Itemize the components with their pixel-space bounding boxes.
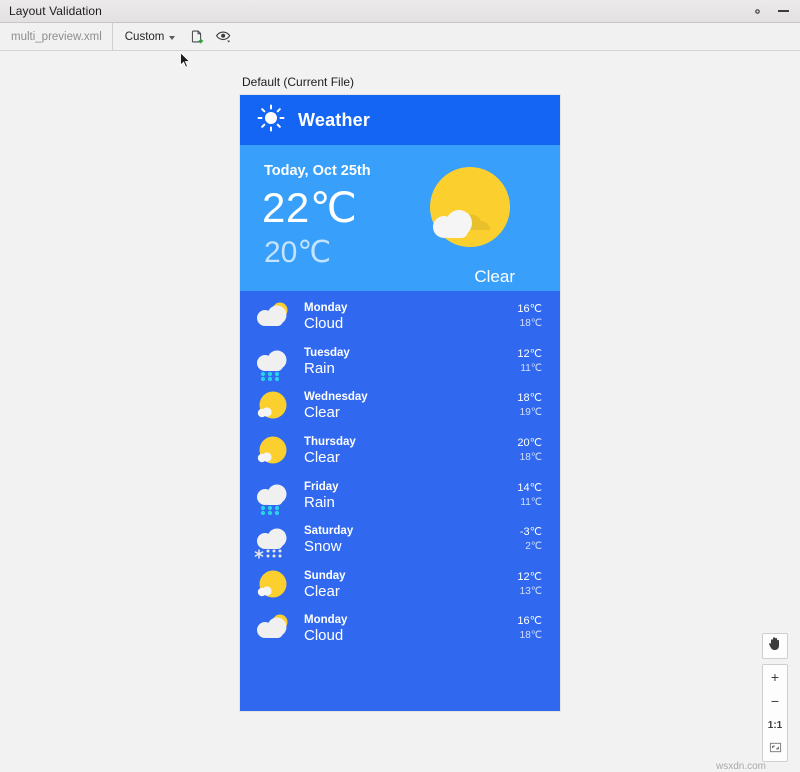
fit-screen-button[interactable] [762,737,788,761]
forecast-row-text: Sunday Clear [304,569,517,601]
cloud-sun-icon [252,298,292,336]
hero-date: Today, Oct 25th [264,163,371,179]
chevron-down-icon [169,36,175,40]
preview-canvas: Default (Current File) [0,52,800,726]
cloud-snow-icon [252,521,292,559]
weather-header-title: Weather [298,110,370,131]
mode-dropdown-label: Custom [125,31,165,43]
preview-toolbar: multi_preview.xml Custom [0,23,800,51]
forecast-condition: Cloud [304,627,517,645]
forecast-high: 18℃ [517,391,542,405]
forecast-condition: Clear [304,404,517,422]
forecast-row[interactable]: Friday Rain 14℃ 11℃ [240,473,560,518]
minimize-icon[interactable] [776,4,790,18]
actual-size-button[interactable]: 1:1 [762,713,788,737]
zoom-out-button[interactable]: − [762,689,788,713]
preview-variant-label: Default (Current File) [242,75,354,89]
watermark: wsxdn.com [716,761,766,772]
forecast-low: 2℃ [525,539,542,555]
forecast-row-temps: -3℃ 2℃ [520,525,542,555]
forecast-row[interactable]: Monday Cloud 16℃ 18℃ [240,607,560,652]
forecast-high: 14℃ [517,481,542,495]
forecast-high: 16℃ [517,614,542,628]
gear-icon[interactable] [750,4,764,18]
forecast-condition: Clear [304,583,517,601]
forecast-row[interactable]: Tuesday Rain 12℃ 11℃ [240,340,560,385]
forecast-high: 12℃ [517,347,542,361]
forecast-row-temps: 14℃ 11℃ [517,481,542,511]
forecast-day: Friday [304,480,517,494]
forecast-row-temps: 16℃ 18℃ [517,614,542,644]
sun-icon [257,104,285,137]
forecast-condition: Snow [304,538,520,556]
forecast-row[interactable]: Monday Cloud 16℃ 18℃ [240,295,560,340]
forecast-row-text: Monday Cloud [304,613,517,645]
eye-icon[interactable] [211,25,235,49]
cloud-rain-icon [252,477,292,515]
weather-widget-preview: Weather Today, Oct 25th 22℃ 20℃ Clear [240,95,560,711]
cloud-sun-icon [252,610,292,648]
forecast-low: 19℃ [520,405,542,421]
forecast-low: 11℃ [520,361,542,377]
forecast-low: 13℃ [520,584,542,600]
hand-icon [768,636,782,656]
pan-tool-button[interactable] [762,633,788,659]
hero-condition: Clear [474,267,515,287]
hero-temperature-low: 20℃ [264,235,331,270]
page-title: Layout Validation [0,4,102,18]
forecast-row-text: Tuesday Rain [304,346,517,378]
forecast-list: Monday Cloud 16℃ 18℃ Tuesday Rain 12℃ [240,291,560,711]
forecast-row[interactable]: Wednesday Clear 18℃ 19℃ [240,384,560,429]
forecast-high: 20℃ [517,436,542,450]
forecast-row-text: Saturday Snow [304,524,520,556]
sun-icon [252,566,292,604]
forecast-high: -3℃ [520,525,542,539]
mode-dropdown[interactable]: Custom [113,23,184,51]
forecast-row-temps: 18℃ 19℃ [517,391,542,421]
forecast-low: 11℃ [520,495,542,511]
sun-behind-cloud-icon [414,161,518,265]
forecast-low: 18℃ [520,628,542,644]
forecast-row-temps: 16℃ 18℃ [517,302,542,332]
forecast-day: Tuesday [304,346,517,360]
forecast-row-temps: 20℃ 18℃ [517,436,542,466]
forecast-row-text: Thursday Clear [304,435,517,467]
forecast-day: Wednesday [304,390,517,404]
forecast-day: Saturday [304,524,520,538]
weather-hero: Today, Oct 25th 22℃ 20℃ Clear [240,145,560,291]
forecast-low: 18℃ [520,450,542,466]
forecast-condition: Rain [304,494,517,512]
forecast-condition: Clear [304,449,517,467]
forecast-row-text: Friday Rain [304,480,517,512]
forecast-day: Thursday [304,435,517,449]
tab-multi-preview-xml[interactable]: multi_preview.xml [0,23,113,51]
fit-screen-icon [769,741,782,757]
forecast-high: 12℃ [517,570,542,584]
sun-icon [252,432,292,470]
add-device-icon[interactable] [185,25,209,49]
zoom-controls: + − 1:1 [762,664,788,762]
forecast-row[interactable]: Sunday Clear 12℃ 13℃ [240,563,560,608]
sun-icon [252,387,292,425]
hero-temperature-high: 22℃ [262,183,357,232]
forecast-row-temps: 12℃ 11℃ [517,347,542,377]
window-title-bar: Layout Validation [0,0,800,23]
forecast-day: Monday [304,613,517,627]
forecast-row-text: Monday Cloud [304,301,517,333]
forecast-high: 16℃ [517,302,542,316]
weather-header: Weather [240,95,560,145]
cloud-rain-icon [252,343,292,381]
forecast-condition: Cloud [304,315,517,333]
forecast-row-temps: 12℃ 13℃ [517,570,542,600]
forecast-row-text: Wednesday Clear [304,390,517,422]
forecast-day: Monday [304,301,517,315]
zoom-in-button[interactable]: + [762,665,788,689]
forecast-condition: Rain [304,360,517,378]
forecast-row[interactable]: Saturday Snow -3℃ 2℃ [240,518,560,563]
forecast-day: Sunday [304,569,517,583]
forecast-row[interactable]: Thursday Clear 20℃ 18℃ [240,429,560,474]
forecast-low: 18℃ [520,316,542,332]
window-actions [750,4,800,18]
